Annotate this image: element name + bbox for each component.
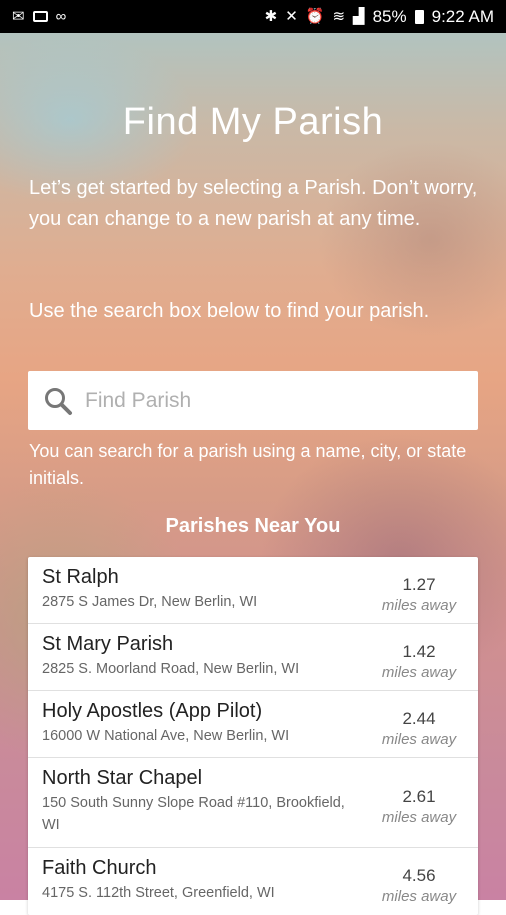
parish-distance: 1.27 miles away [374,565,464,623]
search-box[interactable] [28,371,478,430]
intro-text: Let’s get started by selecting a Parish.… [29,177,478,230]
parish-info: St Ralph 2875 S James Dr, New Berlin, WI [42,565,362,623]
system-icons: ✱ ✕ ⏰ ≋ ▟ 85% 9:22 AM [265,7,494,27]
parish-address: 2875 S James Dr, New Berlin, WI [42,594,258,610]
distance-value: 1.42 [402,641,436,661]
parish-info: Faith Church 4175 S. 112th Street, Green… [42,856,362,915]
voicemail-icon: ∞ [55,8,67,25]
parish-name: St Ralph [42,566,119,588]
parish-info: North Star Chapel 150 South Sunny Slope … [42,766,362,847]
parish-list: St Ralph 2875 S James Dr, New Berlin, WI… [28,557,478,915]
parish-info: Holy Apostles (App Pilot) 16000 W Nation… [42,699,362,757]
distance-value: 1.27 [402,574,436,594]
parish-row[interactable]: Faith Church 4175 S. 112th Street, Green… [28,848,478,915]
parish-address: 4175 S. 112th Street, Greenfield, WI [42,885,275,901]
parish-row[interactable]: St Mary Parish 2825 S. Moorland Road, Ne… [28,624,478,691]
notification-icons: ✉ ∞ [12,9,66,24]
parish-address: 2825 S. Moorland Road, New Berlin, WI [42,661,300,677]
distance-unit: miles away [381,809,457,826]
battery-icon [414,9,424,24]
distance-unit: miles away [381,663,457,681]
parish-name: St Mary Parish [42,633,174,655]
parish-row[interactable]: Holy Apostles (App Pilot) 16000 W Nation… [28,691,478,758]
parish-name: North Star Chapel [42,767,203,789]
parish-row[interactable]: North Star Chapel 150 South Sunny Slope … [28,758,478,848]
distance-unit: miles away [381,730,457,748]
parish-address: 16000 W National Ave, New Berlin, WI [42,728,290,744]
distance-value: 2.44 [402,708,436,728]
clock: 9:22 AM [431,6,494,26]
calendar-icon [32,11,48,22]
parish-name: Faith Church [42,857,157,879]
battery-percent: 85% [372,6,407,26]
distance-unit: miles away [381,888,457,905]
search-icon [45,387,72,415]
alarm-icon: ⏰ [305,8,325,25]
status-bar: ✉ ∞ ✱ ✕ ⏰ ≋ ▟ 85% 9:22 AM [0,0,506,33]
search-input[interactable] [83,387,447,414]
wifi-icon: ≋ [332,8,346,25]
parish-address: 150 South Sunny Slope Road #110, Brookfi… [42,795,345,833]
distance-value: 2.61 [402,787,436,806]
search-hint: You can search for a parish using a name… [29,441,467,488]
search-instruction: Use the search box below to find your pa… [29,300,430,322]
parishes-near-title: Parishes Near You [165,515,341,537]
parish-distance: 2.44 miles away [374,699,464,757]
gmail-icon: ✉ [12,8,25,25]
bluetooth-icon: ✱ [264,8,278,25]
parish-distance: 2.61 miles away [374,766,464,847]
mute-icon: ✕ [285,8,298,25]
parish-distance: 4.56 miles away [374,856,464,915]
parish-row[interactable]: St Ralph 2875 S James Dr, New Berlin, WI… [28,557,478,624]
parish-distance: 1.42 miles away [374,632,464,690]
parish-info: St Mary Parish 2825 S. Moorland Road, Ne… [42,632,362,690]
parish-name: Holy Apostles (App Pilot) [42,700,263,722]
page-title: Find My Parish [122,101,384,143]
distance-unit: miles away [381,596,457,614]
distance-value: 4.56 [402,866,436,885]
signal-icon: ▟ [353,8,365,25]
